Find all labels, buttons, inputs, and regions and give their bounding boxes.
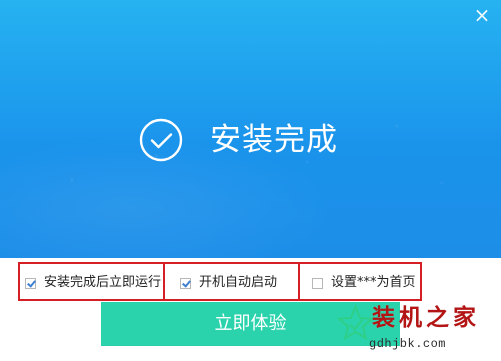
- auto-start-option[interactable]: 开机自动启动: [180, 274, 277, 292]
- set-homepage-checkbox[interactable]: [312, 277, 323, 289]
- experience-now-button[interactable]: 立即体验: [101, 302, 400, 346]
- set-homepage-label: 设置***为首页: [331, 275, 416, 290]
- run-after-install-checkbox[interactable]: [25, 277, 36, 289]
- close-button[interactable]: ×: [473, 5, 491, 25]
- run-after-install-label: 安装完成后立即运行: [44, 275, 162, 290]
- auto-start-checkbox[interactable]: [180, 277, 191, 289]
- status-banner: 安装完成: [137, 116, 377, 164]
- check-circle-icon: [139, 118, 183, 162]
- run-after-install-option[interactable]: 安装完成后立即运行: [25, 274, 161, 292]
- hero-panel: × 安装完成: [0, 0, 501, 258]
- installer-window: × 安装完成 安装完成后立即运行 开机自动启动 设置***为首页 立即体验 装机…: [0, 0, 501, 361]
- auto-start-label: 开机自动启动: [199, 275, 278, 290]
- status-title: 安装完成: [210, 122, 338, 158]
- set-homepage-option[interactable]: 设置***为首页: [312, 274, 416, 292]
